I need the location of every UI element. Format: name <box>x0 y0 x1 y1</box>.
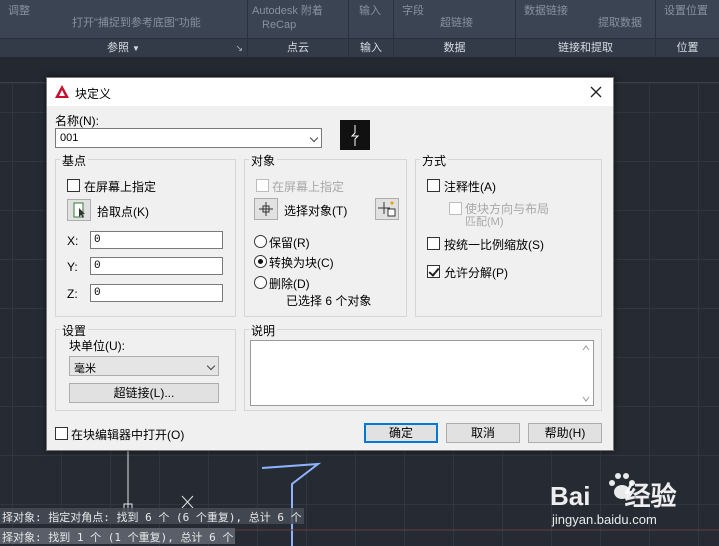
data-link-button[interactable]: 数据链接 <box>524 2 568 18</box>
ribbon-panel-title-import: 输入 <box>349 38 393 57</box>
scale-uniformly-checkbox[interactable] <box>427 237 440 250</box>
select-objects-button[interactable] <box>254 198 278 220</box>
ribbon-panel-title-linking: 链接和提取 <box>516 38 655 57</box>
quick-select-button[interactable] <box>375 198 399 220</box>
z-coordinate-input[interactable]: 0 <box>90 284 223 302</box>
base-specify-onscreen-label: 在屏幕上指定 <box>84 180 157 194</box>
z-label: Z: <box>67 287 78 301</box>
hyperlink-ribbon-button[interactable]: 超链接 <box>440 14 473 30</box>
ribbon-panel-reference: 调整 打开"捕捉到参考底图"功能 参照 ▼ ↘ <box>0 0 248 57</box>
selected-objects-count: 已选择 6 个对象 <box>286 294 372 308</box>
description-textarea[interactable] <box>250 340 594 406</box>
field-button[interactable]: 字段 <box>402 2 424 18</box>
name-label: 名称(N): <box>55 114 99 128</box>
ribbon-panel-location: 设置位置 位置 <box>656 0 719 57</box>
block-preview <box>340 120 370 150</box>
base-specify-onscreen-checkbox[interactable] <box>67 179 80 192</box>
dialog-title: 块定义 <box>75 87 112 101</box>
description-scrollbar[interactable] <box>579 341 593 405</box>
command-history-line: 择对象: 指定对角点: 找到 6 个 (6 个重复), 总计 6 个 <box>0 508 304 524</box>
baidu-jingyan-watermark: Bai 经验 jingyan.baidu.com <box>548 468 716 534</box>
cancel-button[interactable]: 取消 <box>446 423 520 443</box>
extract-data-button[interactable]: 提取数据 <box>598 14 642 30</box>
delete-radio[interactable] <box>254 276 267 289</box>
ribbon-panel-title-pointcloud: 点云 <box>248 38 348 57</box>
ribbon-panel-data: 字段 超链接 数据 <box>394 0 516 57</box>
behavior-group-title: 方式 <box>420 152 449 169</box>
annotative-label: 注释性(A) <box>444 180 496 194</box>
convert-to-block-label: 转换为块(C) <box>269 256 334 270</box>
block-definition-dialog: 块定义 名称(N): 001 基点 在屏幕上指定 拾取点(K) X: 0 Y: … <box>46 77 614 451</box>
panel-launcher-icon[interactable]: ↘ <box>235 39 243 58</box>
ribbon: 调整 打开"捕捉到参考底图"功能 参照 ▼ ↘ Autodesk 附着 ReCap… <box>0 0 719 57</box>
ok-button[interactable]: 确定 <box>364 423 438 443</box>
hyperlink-button[interactable]: 超链接(L)... <box>69 383 219 403</box>
open-in-block-editor-label: 在块编辑器中打开(O) <box>71 428 185 442</box>
match-orientation-checkbox[interactable] <box>449 202 462 215</box>
objects-specify-onscreen-label: 在屏幕上指定 <box>272 180 345 194</box>
scale-uniformly-label: 按统一比例缩放(S) <box>444 238 544 252</box>
attach-button[interactable]: Autodesk 附着 <box>252 2 323 18</box>
close-button[interactable] <box>585 81 607 103</box>
select-objects-label: 选择对象(T) <box>284 204 348 218</box>
base-point-group-title: 基点 <box>60 152 89 169</box>
watermark-url: jingyan.baidu.com <box>552 512 657 527</box>
description-group-title: 说明 <box>249 322 278 339</box>
ribbon-panel-title-data: 数据 <box>394 38 515 57</box>
y-label: Y: <box>67 260 78 274</box>
snap-to-underlay-button[interactable]: 打开"捕捉到参考底图"功能 <box>72 14 201 30</box>
chevron-down-icon <box>206 361 216 371</box>
delete-label: 删除(D) <box>269 277 310 291</box>
select-objects-icon <box>259 202 273 216</box>
dialog-titlebar[interactable]: 块定义 <box>47 78 613 106</box>
close-icon <box>590 86 602 98</box>
convert-to-block-radio[interactable] <box>254 255 267 268</box>
ribbon-panel-pointcloud: Autodesk 附着 ReCap 点云 <box>248 0 349 57</box>
pick-point-icon <box>73 202 85 218</box>
recap-button[interactable]: ReCap <box>262 19 296 31</box>
ribbon-panel-import: 输入 输入 <box>349 0 394 57</box>
autocad-logo-icon <box>55 85 69 98</box>
allow-exploding-label: 允许分解(P) <box>444 266 508 280</box>
pick-point-button[interactable] <box>67 199 91 221</box>
ribbon-panel-title-reference[interactable]: 参照 ▼ ↘ <box>0 38 247 57</box>
ribbon-panel-title-location: 位置 <box>656 38 719 57</box>
block-name-combobox[interactable]: 001 <box>55 128 322 148</box>
x-label: X: <box>67 234 79 248</box>
chevron-down-icon <box>309 133 319 143</box>
block-unit-label: 块单位(U): <box>69 339 125 353</box>
command-history-line: 择对象: 找到 1 个 (1 个重复), 总计 6 个 <box>0 528 236 544</box>
help-button[interactable]: 帮助(H) <box>528 423 602 443</box>
scroll-arrows-icon <box>582 345 590 402</box>
block-name-value: 001 <box>60 132 79 144</box>
annotative-checkbox[interactable] <box>427 179 440 192</box>
block-unit-value: 毫米 <box>74 363 96 375</box>
adjust-button[interactable]: 调整 <box>8 2 30 18</box>
objects-group-title: 对象 <box>249 152 278 169</box>
x-coordinate-input[interactable]: 0 <box>90 231 223 249</box>
y-coordinate-input[interactable]: 0 <box>90 257 223 275</box>
ribbon-panel-linking: 数据链接 提取数据 链接和提取 <box>516 0 656 57</box>
retain-radio[interactable] <box>254 235 267 248</box>
pick-point-label: 拾取点(K) <box>97 205 149 219</box>
set-location-button[interactable]: 设置位置 <box>664 2 708 18</box>
block-unit-combobox[interactable]: 毫米 <box>69 356 219 376</box>
watermark-logo-text: Bai 经验 <box>550 481 677 511</box>
chevron-down-icon: ▼ <box>132 44 140 53</box>
block-preview-icon <box>350 125 360 146</box>
objects-specify-onscreen-checkbox[interactable] <box>256 179 269 192</box>
open-in-block-editor-checkbox[interactable] <box>55 427 68 440</box>
allow-exploding-checkbox[interactable] <box>427 265 440 278</box>
import-button[interactable]: 输入 <box>359 2 381 18</box>
retain-label: 保留(R) <box>269 236 310 250</box>
quick-select-icon <box>378 201 396 217</box>
match-orientation-label-line2: 匹配(M) <box>465 216 504 228</box>
